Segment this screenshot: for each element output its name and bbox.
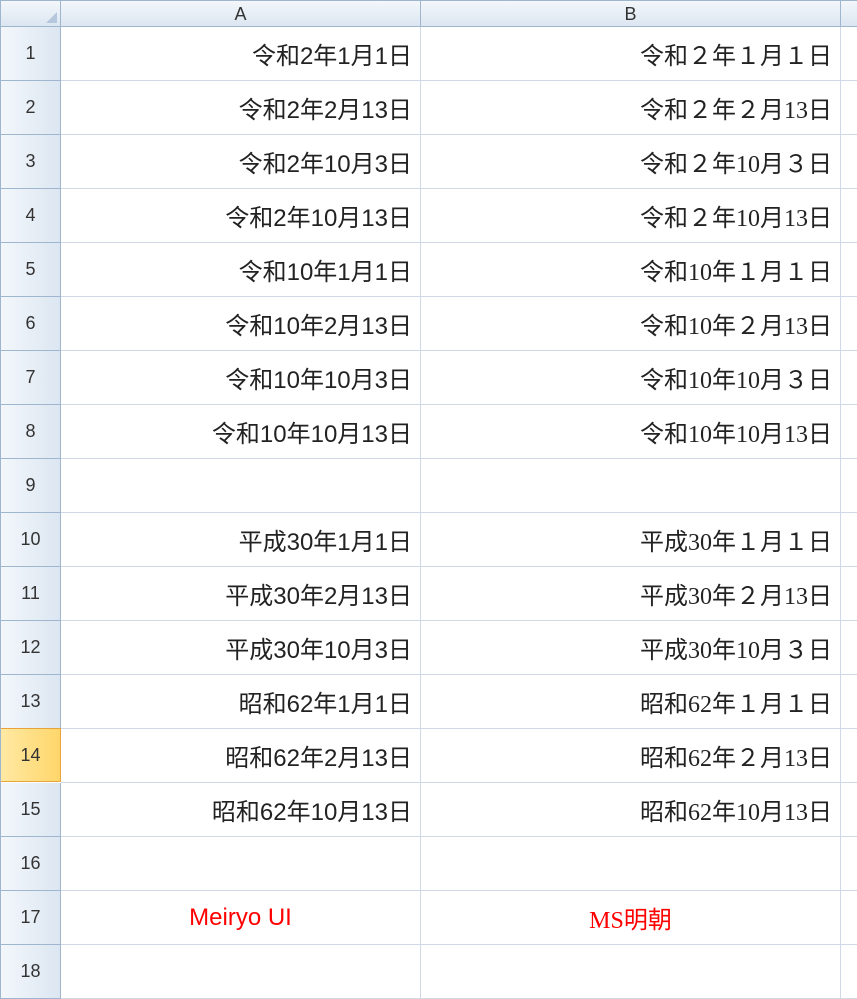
row-header-14[interactable]: 14 (1, 728, 61, 782)
col-header-A[interactable]: A (61, 1, 421, 27)
row-header-8[interactable]: 8 (1, 405, 61, 459)
row-header-11[interactable]: 11 (1, 567, 61, 621)
row-header-10[interactable]: 10 (1, 513, 61, 567)
cell-A15[interactable]: 昭和62年10月13日 (61, 783, 421, 837)
cell-edge-12 (841, 621, 857, 675)
cell-edge-8 (841, 405, 857, 459)
row-header-5[interactable]: 5 (1, 243, 61, 297)
row-header-18[interactable]: 18 (1, 945, 61, 999)
cell-B3[interactable]: 令和２年10月３日 (421, 135, 841, 189)
cell-edge-14 (841, 729, 857, 783)
cell-B17[interactable]: MS明朝 (421, 891, 841, 945)
cell-A18[interactable] (61, 945, 421, 999)
cell-A4[interactable]: 令和2年10月13日 (61, 189, 421, 243)
cell-A11[interactable]: 平成30年2月13日 (61, 567, 421, 621)
cell-edge-1 (841, 27, 857, 81)
cell-B9[interactable] (421, 459, 841, 513)
row-header-13[interactable]: 13 (1, 675, 61, 729)
row-header-3[interactable]: 3 (1, 135, 61, 189)
cell-edge-9 (841, 459, 857, 513)
cell-B4[interactable]: 令和２年10月13日 (421, 189, 841, 243)
cell-edge-13 (841, 675, 857, 729)
cell-B18[interactable] (421, 945, 841, 999)
cell-B8[interactable]: 令和10年10月13日 (421, 405, 841, 459)
cell-B11[interactable]: 平成30年２月13日 (421, 567, 841, 621)
cell-A17[interactable]: Meiryo UI (61, 891, 421, 945)
row-header-17[interactable]: 17 (1, 891, 61, 945)
select-all-corner[interactable] (1, 1, 61, 27)
cell-A13[interactable]: 昭和62年1月1日 (61, 675, 421, 729)
cell-edge-16 (841, 837, 857, 891)
cell-A2[interactable]: 令和2年2月13日 (61, 81, 421, 135)
cell-edge-6 (841, 297, 857, 351)
cell-A16[interactable] (61, 837, 421, 891)
row-header-7[interactable]: 7 (1, 351, 61, 405)
cell-edge-17 (841, 891, 857, 945)
cell-A12[interactable]: 平成30年10月3日 (61, 621, 421, 675)
cell-edge-11 (841, 567, 857, 621)
cell-A3[interactable]: 令和2年10月3日 (61, 135, 421, 189)
cell-B7[interactable]: 令和10年10月３日 (421, 351, 841, 405)
cell-edge-4 (841, 189, 857, 243)
cell-edge-18 (841, 945, 857, 999)
cell-B10[interactable]: 平成30年１月１日 (421, 513, 841, 567)
row-header-9[interactable]: 9 (1, 459, 61, 513)
cell-B14[interactable]: 昭和62年２月13日 (421, 729, 841, 783)
row-header-15[interactable]: 15 (1, 783, 61, 837)
cell-A6[interactable]: 令和10年2月13日 (61, 297, 421, 351)
cell-A7[interactable]: 令和10年10月3日 (61, 351, 421, 405)
row-header-12[interactable]: 12 (1, 621, 61, 675)
cell-B5[interactable]: 令和10年１月１日 (421, 243, 841, 297)
col-header-edge (841, 1, 857, 27)
cell-A8[interactable]: 令和10年10月13日 (61, 405, 421, 459)
col-header-B[interactable]: B (421, 1, 841, 27)
cell-edge-5 (841, 243, 857, 297)
row-header-16[interactable]: 16 (1, 837, 61, 891)
cell-edge-15 (841, 783, 857, 837)
cell-B12[interactable]: 平成30年10月３日 (421, 621, 841, 675)
cell-edge-7 (841, 351, 857, 405)
spreadsheet-grid[interactable]: A B 1令和2年1月1日令和２年１月１日 2令和2年2月13日令和２年２月13日… (0, 0, 857, 999)
cell-B16[interactable] (421, 837, 841, 891)
cell-A10[interactable]: 平成30年1月1日 (61, 513, 421, 567)
cell-B15[interactable]: 昭和62年10月13日 (421, 783, 841, 837)
row-header-2[interactable]: 2 (1, 81, 61, 135)
row-header-1[interactable]: 1 (1, 27, 61, 81)
cell-B6[interactable]: 令和10年２月13日 (421, 297, 841, 351)
cell-edge-2 (841, 81, 857, 135)
cell-B2[interactable]: 令和２年２月13日 (421, 81, 841, 135)
cell-A1[interactable]: 令和2年1月1日 (61, 27, 421, 81)
cell-A9[interactable] (61, 459, 421, 513)
cell-B13[interactable]: 昭和62年１月１日 (421, 675, 841, 729)
cell-B1[interactable]: 令和２年１月１日 (421, 27, 841, 81)
cell-A5[interactable]: 令和10年1月1日 (61, 243, 421, 297)
cell-A14[interactable]: 昭和62年2月13日 (61, 729, 421, 783)
cell-edge-10 (841, 513, 857, 567)
row-header-6[interactable]: 6 (1, 297, 61, 351)
row-header-4[interactable]: 4 (1, 189, 61, 243)
cell-edge-3 (841, 135, 857, 189)
